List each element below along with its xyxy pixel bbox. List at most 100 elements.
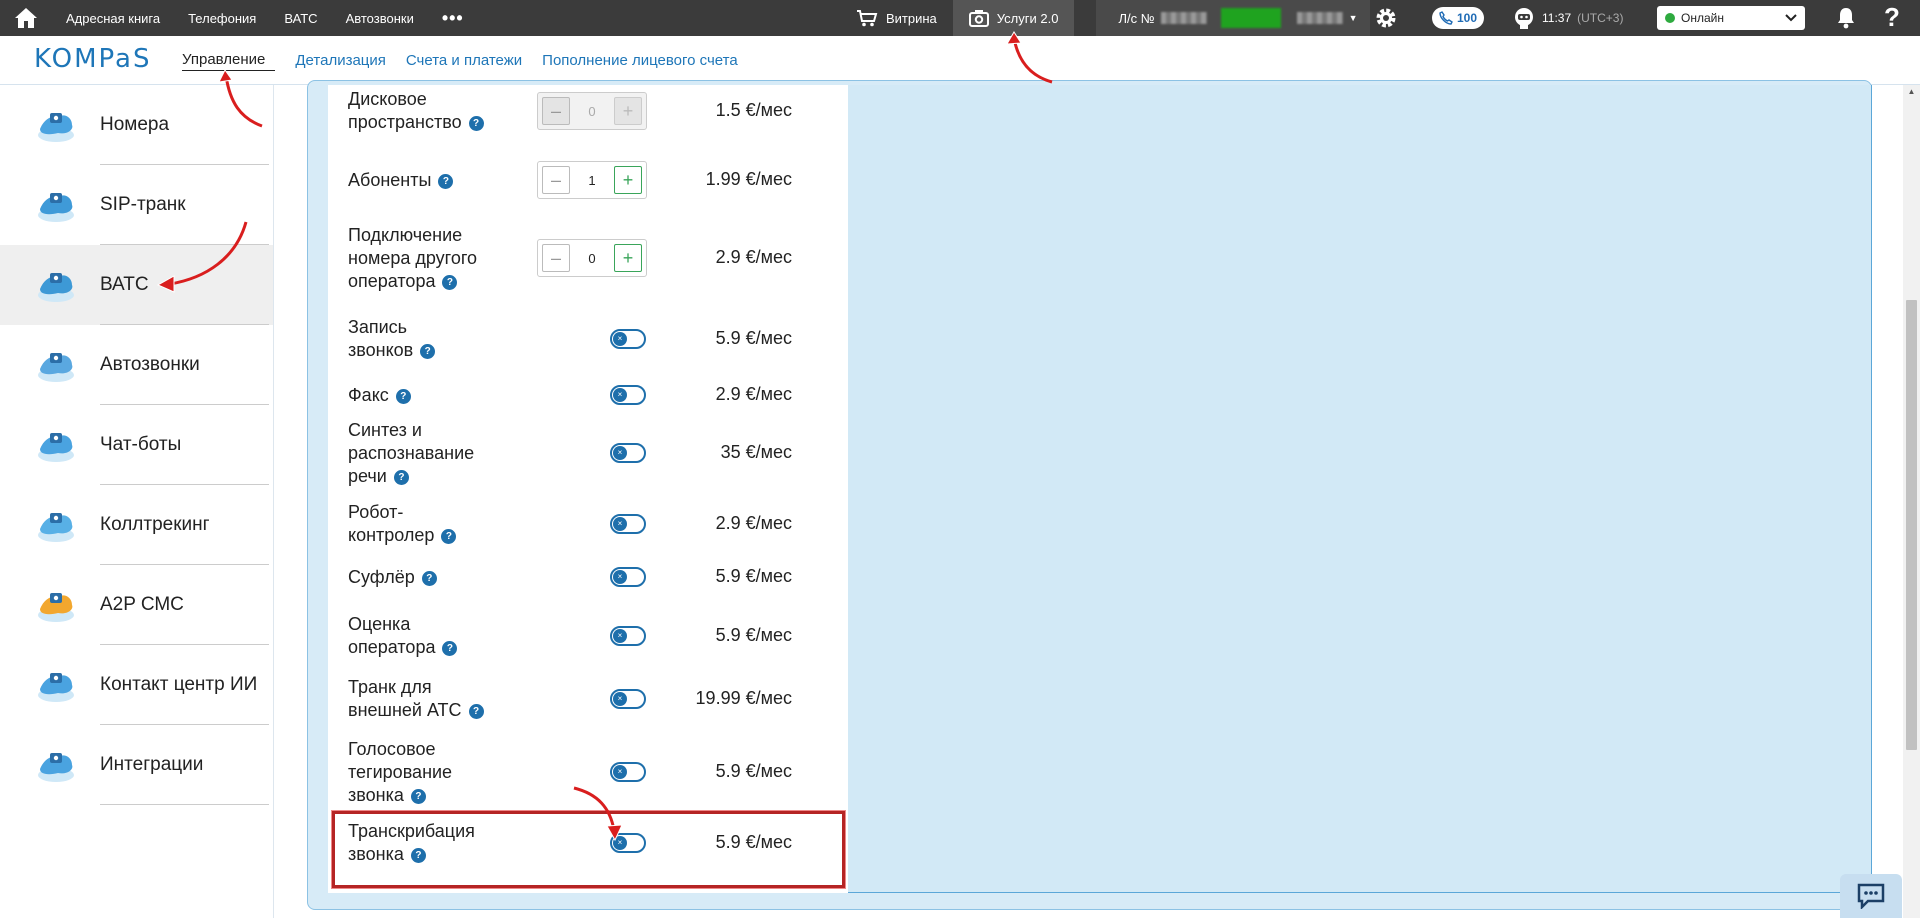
divider [100, 804, 269, 805]
chat-icon [1857, 883, 1885, 909]
kompas-logo[interactable]: KOMPaS [34, 44, 151, 74]
service-price: 2.9 €/мес [715, 513, 792, 533]
help-icon[interactable]: ? [438, 174, 454, 189]
help-icon[interactable]: ? [393, 470, 409, 485]
tab-topup[interactable]: Пополнение лицевого счета [532, 52, 748, 69]
help-icon[interactable]: ? [441, 529, 457, 544]
clock-timezone: (UTC+3) [1577, 11, 1624, 25]
nav-telephony[interactable]: Телефония [174, 0, 270, 36]
service-price: 5.9 €/мес [715, 328, 792, 348]
sidebar-item-label: Коллтрекинг [100, 514, 210, 535]
account-number-redacted [1160, 12, 1207, 24]
service-price: 5.9 €/мес [715, 566, 792, 586]
help-icon[interactable]: ? [421, 571, 437, 586]
service-name-line: Факс [348, 385, 389, 405]
service-name-line: речи [348, 466, 387, 486]
service-price: 2.9 €/мес [715, 384, 792, 404]
service-name: Подключение номера другого оператора ? [348, 224, 477, 293]
more-menu-icon[interactable]: ••• [428, 0, 478, 36]
service-toggle[interactable]: × [610, 329, 646, 349]
service-name: Робот-контролер ? [348, 501, 457, 547]
services-panel-side [847, 85, 1872, 893]
service-price: 5.9 €/мес [715, 761, 792, 781]
service-name-line: Подключение [348, 225, 463, 245]
service-name: Дисковое пространство ? [348, 88, 484, 134]
service-toggle[interactable]: × [610, 514, 646, 534]
service-toggle[interactable]: × [610, 443, 646, 463]
vats-icon [38, 273, 74, 302]
service-toggle[interactable]: × [610, 762, 646, 782]
minus-button[interactable]: – [542, 244, 570, 272]
service-name-line: Транк для [348, 677, 432, 697]
integrations-icon [38, 753, 74, 782]
help-icon[interactable]: ? [468, 704, 484, 719]
sidebar-item-label: ВАТС [100, 274, 149, 295]
service-name-line: распознавание [348, 443, 475, 463]
sidebar-item-autocalls[interactable]: Автозвонки [0, 325, 273, 405]
service-row-call-recording: Запись звонков ? × 5.9 €/мес [328, 311, 848, 367]
help-icon[interactable]: ? [395, 389, 411, 404]
nav-address-book[interactable]: Адресная книга [52, 0, 174, 36]
nav-vats[interactable]: ВАТС [270, 0, 331, 36]
bell-icon[interactable] [1836, 7, 1856, 32]
help-icon[interactable]: ? [468, 116, 484, 131]
service-row-subscribers: Абоненты ? – 1 +1.99 €/мес [328, 157, 848, 203]
service-toggle[interactable]: × [610, 689, 646, 709]
help-icon[interactable]: ? [442, 641, 458, 656]
toggle-off-icon: × [613, 446, 627, 460]
help-icon[interactable]: ? [442, 275, 458, 290]
quantity-stepper[interactable]: – 0 + [537, 239, 647, 277]
chat-button[interactable] [1840, 874, 1902, 918]
calls-counter[interactable]: 100 [1432, 7, 1484, 29]
account-label: Л/с № [1118, 10, 1155, 26]
minus-button[interactable]: – [542, 166, 570, 194]
sidebar-item-integrations[interactable]: Интеграции [0, 725, 273, 805]
account-selector[interactable]: Л/с № ▼ [1096, 0, 1370, 36]
sidebar-item-a2p-sms[interactable]: A2P СМС [0, 565, 273, 645]
sidebar-item-sip-trunk[interactable]: SIP-транк [0, 165, 273, 245]
sidebar-item-label: Автозвонки [100, 354, 200, 375]
calltracking-icon [38, 513, 74, 542]
service-toggle[interactable]: × [610, 567, 646, 587]
tab-invoices[interactable]: Счета и платежи [396, 52, 532, 69]
vitrina-button[interactable]: Витрина [840, 0, 953, 36]
chevron-down-icon: ▼ [1348, 13, 1358, 23]
clock: 11:37 (UTC+3) [1512, 0, 1623, 36]
service-name-line: Запись [348, 317, 408, 337]
service-price: 5.9 €/мес [715, 625, 792, 645]
service-toggle[interactable]: × [610, 626, 646, 646]
nav-autocalls[interactable]: Автозвонки [332, 0, 428, 36]
service-price: 1.99 €/мес [705, 169, 792, 189]
service-toggle[interactable]: × [610, 385, 646, 405]
sidebar-item-numbers[interactable]: Номера [0, 85, 273, 165]
service-name: Запись звонков ? [348, 316, 436, 362]
service-name-line: Робот- [348, 502, 404, 522]
status-select[interactable]: Онлайн [1657, 6, 1805, 30]
service-row-voice-tagging: Голосовое тегирование звонка ? × 5.9 €/мес [328, 737, 848, 807]
minus-button: – [542, 97, 570, 125]
sidebar-item-calltracking[interactable]: Коллтрекинг [0, 485, 273, 565]
service-price: 2.9 €/мес [715, 247, 792, 267]
gear-icon[interactable] [1374, 6, 1398, 33]
sub-nav: Управление Детализация Счета и платежи П… [182, 36, 748, 85]
help-icon[interactable]: ? [410, 789, 426, 804]
services-label: Услуги 2.0 [996, 10, 1059, 26]
help-icon[interactable]: ? [420, 344, 436, 359]
plus-button[interactable]: + [613, 244, 642, 272]
tab-management[interactable]: Управление [182, 51, 276, 71]
scroll-up-icon[interactable]: ▲ [1905, 87, 1918, 97]
toggle-off-icon: × [613, 692, 627, 706]
sidebar-item-vats[interactable]: ВАТС [0, 245, 273, 325]
plus-button[interactable]: + [613, 166, 642, 194]
sidebar-item-chatbots[interactable]: Чат-боты [0, 405, 273, 485]
home-icon[interactable] [0, 0, 52, 36]
help-icon[interactable]: ? [1884, 2, 1900, 33]
sidebar-item-contact-center-ai[interactable]: Контакт центр ИИ [0, 645, 273, 725]
scrollbar-thumb[interactable] [1906, 300, 1917, 750]
tab-details[interactable]: Детализация [285, 52, 396, 69]
quantity-stepper[interactable]: – 1 + [537, 161, 647, 199]
service-row-disk-space: Дисковое пространство ? – 0 +1.5 €/мес [328, 85, 848, 137]
services-button[interactable]: Услуги 2.0 [952, 0, 1075, 36]
sidebar-item-label: A2P СМС [100, 594, 184, 615]
service-row-external-pbx-trunk: Транк для внешней АТС ? × 19.99 €/мес [328, 671, 848, 727]
